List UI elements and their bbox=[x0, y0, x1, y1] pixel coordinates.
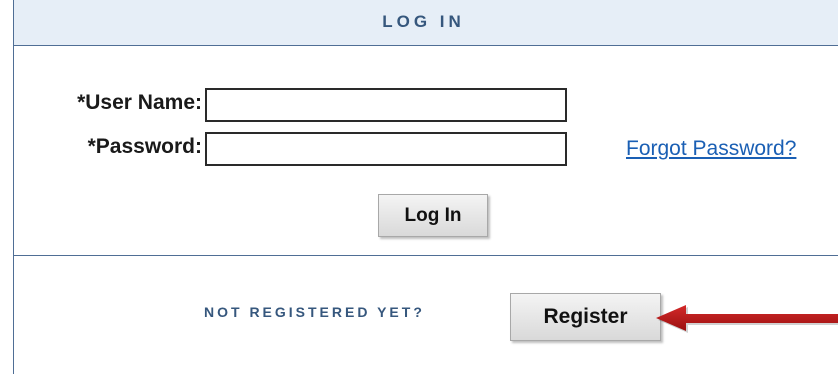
login-page: LOG IN *User Name: *Password: Forgot Pas… bbox=[0, 0, 838, 374]
register-button[interactable]: Register bbox=[510, 293, 661, 341]
left-arrow-icon bbox=[656, 305, 838, 333]
password-label: *Password: bbox=[87, 135, 202, 158]
section-divider bbox=[14, 255, 838, 256]
login-title: LOG IN bbox=[382, 12, 465, 31]
not-registered-prompt: NOT REGISTERED YET? bbox=[204, 304, 425, 320]
username-label: *User Name: bbox=[77, 91, 202, 114]
forgot-password-link[interactable]: Forgot Password? bbox=[626, 137, 796, 161]
login-header: LOG IN bbox=[14, 0, 838, 46]
username-input[interactable] bbox=[205, 88, 567, 122]
login-button[interactable]: Log In bbox=[378, 194, 488, 237]
password-input[interactable] bbox=[205, 132, 567, 166]
